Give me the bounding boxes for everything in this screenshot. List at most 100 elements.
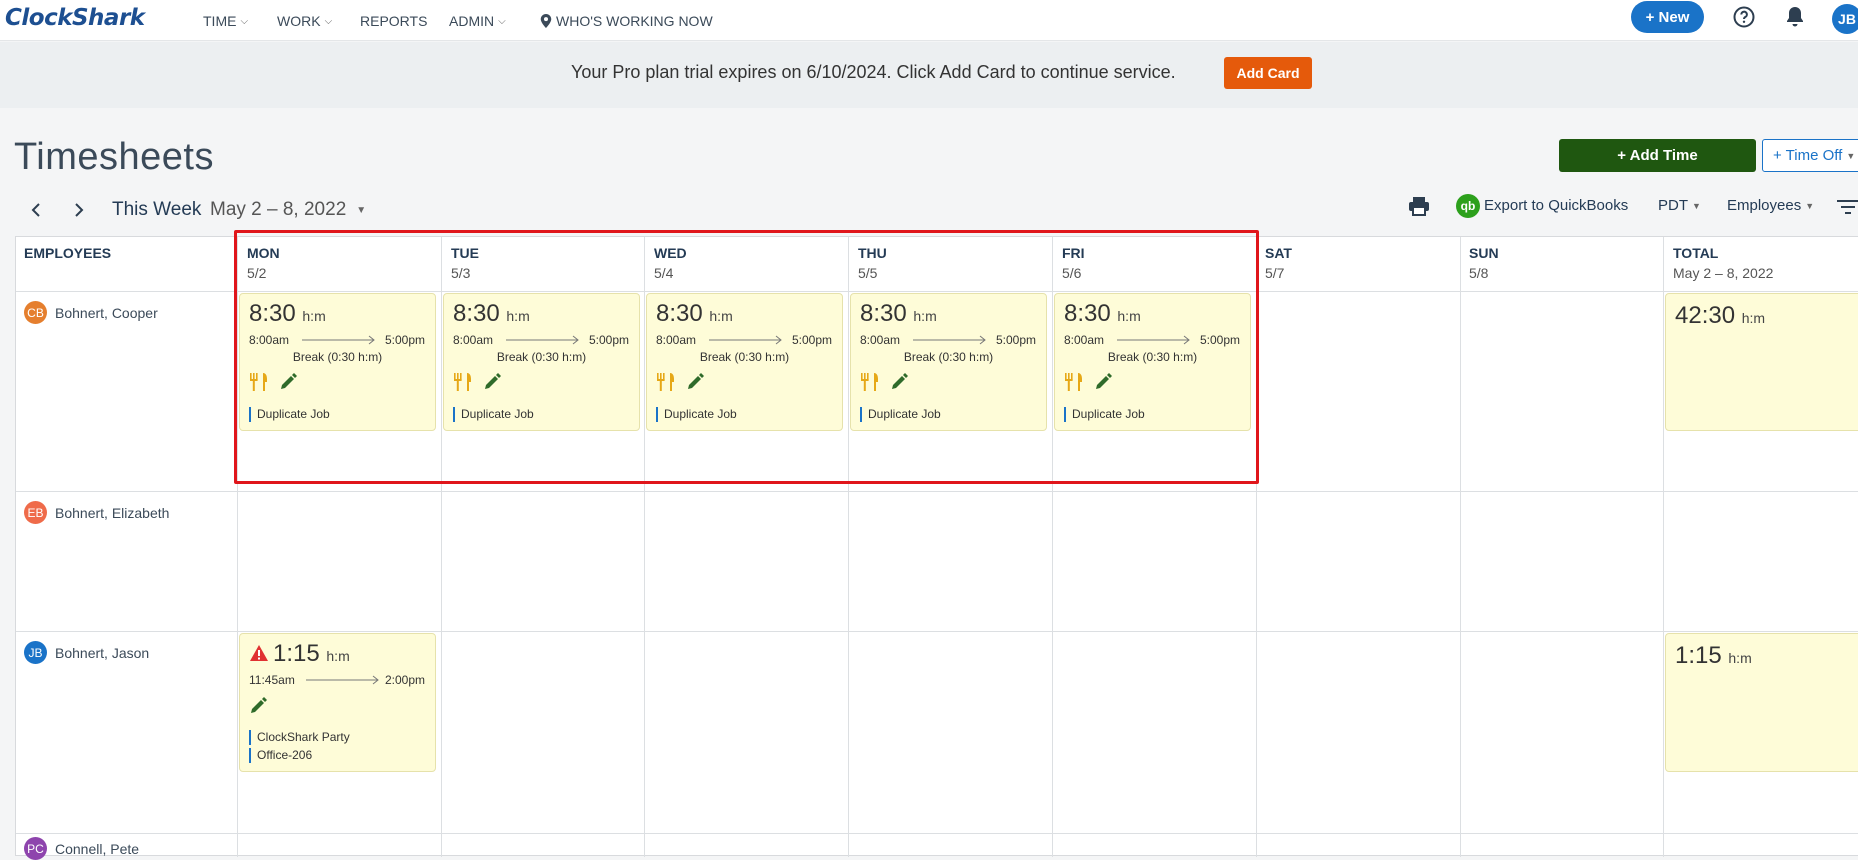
employee-name[interactable]: Bohnert, Jason (55, 645, 149, 661)
filter-icon[interactable] (1837, 199, 1858, 215)
entry-duration: 8:30 h:m (1064, 300, 1141, 328)
employee-name[interactable]: Bohnert, Cooper (55, 305, 158, 321)
view-dropdown[interactable]: Employees ▼ (1727, 197, 1814, 214)
day-header-tue: TUE (451, 245, 479, 261)
entry-break: Break (0:30 h:m) (292, 350, 383, 364)
nav-reports-label: REPORTS (360, 13, 428, 29)
column-divider (1052, 237, 1053, 857)
nav-whos-working[interactable]: WHO'S WORKING NOW (540, 13, 713, 29)
add-time-button[interactable]: + Add Time (1559, 139, 1756, 172)
quickbooks-icon[interactable]: qb (1456, 194, 1480, 218)
row-divider (16, 631, 1858, 632)
nav-time[interactable]: TIME ⌵ (203, 13, 248, 29)
employee-row-pete[interactable]: PC Connell, Pete (24, 837, 139, 860)
meal-break-icon (250, 373, 267, 391)
row-divider (16, 291, 1858, 292)
column-divider (441, 237, 442, 857)
meal-break-icon (454, 373, 471, 391)
time-entry-card[interactable]: 1:15 h:m 11:45am 2:00pm ClockShark Party… (239, 633, 436, 772)
column-divider (1460, 237, 1461, 857)
time-entry-card[interactable]: 8:30 h:m 8:00am 5:00pm Break (0:30 h:m) Dupl… (850, 293, 1047, 431)
time-entry-card[interactable]: 8:30 h:m 8:00am 5:00pm Break (0:30 h:m) Dupl… (646, 293, 843, 431)
unit-label: h:m (913, 308, 937, 324)
clockshark-logo[interactable]: ClockShark (5, 5, 145, 31)
day-header-thu: THU (858, 245, 887, 261)
pencil-edit-icon[interactable] (278, 372, 298, 392)
job-name: Duplicate Job (656, 407, 737, 422)
entry-end-time: 5:00pm (384, 333, 425, 347)
pencil-edit-icon[interactable] (482, 372, 502, 392)
pencil-edit-icon[interactable] (889, 372, 909, 392)
entry-duration: 8:30 h:m (656, 300, 733, 328)
total-value: 42:30 (1675, 302, 1736, 329)
timezone-dropdown[interactable]: PDT ▼ (1658, 197, 1701, 214)
next-week-button[interactable] (69, 200, 89, 220)
warning-icon (250, 645, 268, 661)
column-divider (1663, 237, 1664, 857)
export-quickbooks-link[interactable]: Export to QuickBooks (1484, 197, 1628, 214)
nav-admin[interactable]: ADMIN ⌵ (449, 13, 506, 29)
time-off-button[interactable]: + Time Off ▼ (1762, 139, 1858, 172)
total-card-cooper[interactable]: 42:30 h:m (1665, 293, 1858, 431)
help-icon[interactable] (1733, 6, 1755, 28)
time-entry-card[interactable]: 8:30 h:m 8:00am 5:00pm Break (0:30 h:m) Dupl… (1054, 293, 1251, 431)
arrow-right-icon (302, 335, 375, 345)
duration-value: 8:30 (656, 300, 703, 327)
avatar: CB (24, 301, 47, 324)
pencil-edit-icon[interactable] (685, 372, 705, 392)
day-date-thu: 5/5 (858, 265, 878, 281)
total-date-range: May 2 – 8, 2022 (1673, 265, 1774, 281)
chevron-right-icon (75, 203, 84, 217)
location-pin-icon (540, 14, 552, 28)
new-button[interactable]: + New (1631, 1, 1704, 33)
job-name: Duplicate Job (860, 407, 941, 422)
day-header-sat: SAT (1265, 245, 1292, 261)
entry-duration: 8:30 h:m (860, 300, 937, 328)
entry-icons (452, 372, 502, 392)
user-avatar[interactable]: JB (1832, 4, 1858, 34)
meal-break-icon (1065, 373, 1082, 391)
print-icon[interactable] (1408, 196, 1430, 216)
unit-label: h:m (302, 308, 326, 324)
nav-reports[interactable]: REPORTS (360, 13, 427, 29)
week-label[interactable]: This Week (112, 199, 201, 221)
employee-row-jason[interactable]: JB Bohnert, Jason (24, 641, 149, 664)
entry-icons (859, 372, 909, 392)
day-date-sun: 5/8 (1469, 265, 1489, 281)
job-name: Duplicate Job (249, 407, 330, 422)
add-card-button[interactable]: Add Card (1224, 57, 1312, 89)
total-duration: 1:15 h:m (1675, 642, 1752, 670)
row-divider (16, 491, 1858, 492)
column-divider (848, 237, 849, 857)
caret-down-icon: ▼ (356, 204, 367, 216)
entry-break: Break (0:30 h:m) (699, 350, 790, 364)
time-entry-card[interactable]: 8:30 h:m 8:00am 5:00pm Break (0:30 h:m) Dupl… (239, 293, 436, 431)
duration-value: 8:30 (1064, 300, 1111, 327)
pencil-edit-icon[interactable] (248, 696, 268, 716)
view-label: Employees (1727, 197, 1802, 214)
time-entry-card[interactable]: 8:30 h:m 8:00am 5:00pm Break (0:30 h:m) Dupl… (443, 293, 640, 431)
week-range-picker[interactable]: May 2 – 8, 2022 ▼ (210, 199, 366, 221)
row-divider (16, 833, 1858, 834)
nav-work[interactable]: WORK ⌵ (277, 13, 332, 29)
employee-row-elizabeth[interactable]: EB Bohnert, Elizabeth (24, 501, 169, 524)
duration-value: 8:30 (860, 300, 907, 327)
trial-message: Your Pro plan trial expires on 6/10/2024… (571, 62, 1176, 82)
employee-name[interactable]: Connell, Pete (55, 841, 139, 857)
notifications-bell-icon[interactable] (1785, 6, 1805, 28)
entry-break: Break (0:30 h:m) (903, 350, 994, 364)
total-card-jason[interactable]: 1:15 h:m (1665, 633, 1858, 772)
timezone-label: PDT (1658, 197, 1688, 214)
previous-week-button[interactable] (26, 200, 46, 220)
day-date-mon: 5/2 (247, 265, 267, 281)
day-date-tue: 5/3 (451, 265, 471, 281)
employee-name[interactable]: Bohnert, Elizabeth (55, 505, 169, 521)
entry-icons (248, 696, 268, 716)
entry-break: Break (0:30 h:m) (1107, 350, 1198, 364)
column-divider (1256, 237, 1257, 857)
employee-row-cooper[interactable]: CB Bohnert, Cooper (24, 301, 158, 324)
total-column-header: TOTAL (1673, 245, 1719, 261)
pencil-edit-icon[interactable] (1093, 372, 1113, 392)
duration-value: 8:30 (453, 300, 500, 327)
entry-end-time: 5:00pm (995, 333, 1036, 347)
